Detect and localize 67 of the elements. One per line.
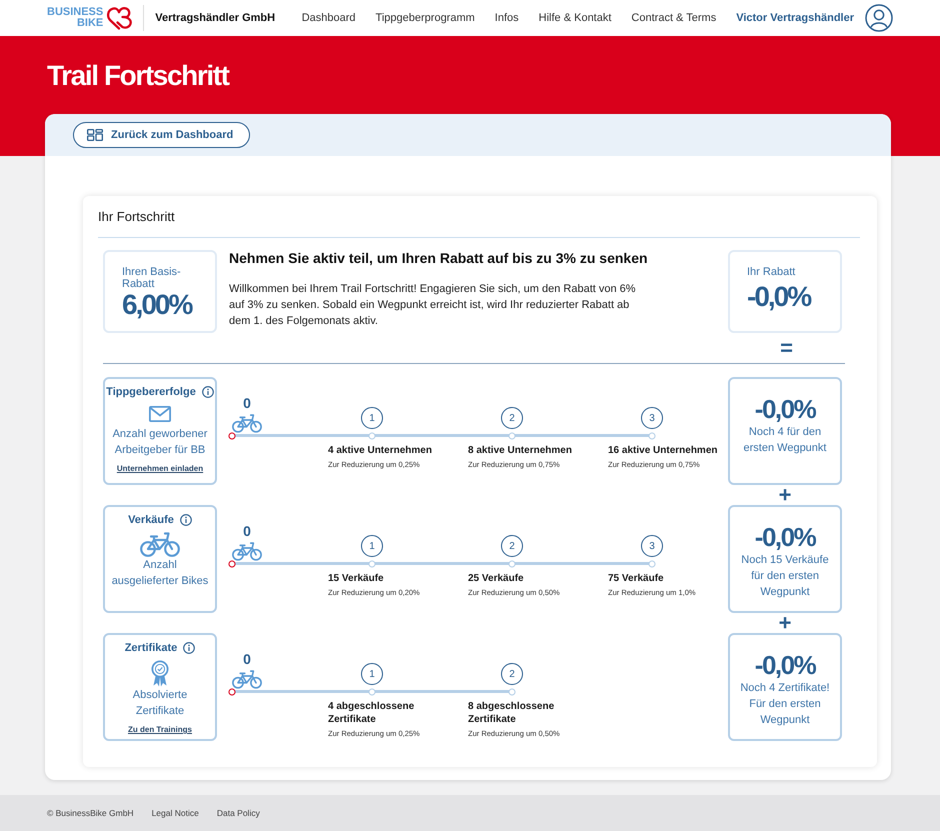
info-icon[interactable] [180, 514, 192, 526]
category-description: Anzahl geworbener Arbeitgeber für BB [112, 427, 208, 458]
nav-link[interactable]: Hilfe & Kontakt [538, 12, 612, 24]
milestone-target: 4 abgeschlossene Zertifikate [328, 700, 416, 726]
nav-link[interactable]: Dashboard [302, 12, 356, 24]
page-title: Trail Fortschritt [47, 59, 229, 93]
plus-operator: + [778, 485, 792, 505]
award-ribbon-icon [151, 660, 169, 687]
category-title: Tippgebererfolge [106, 385, 196, 400]
info-icon[interactable] [202, 386, 214, 398]
discount-value: -0,0% [747, 282, 812, 312]
milestone-target: 16 aktive Unternehmen [608, 444, 718, 457]
discount-label: Ihren Basis-Rabatt [122, 266, 182, 290]
milestone-target: 8 abgeschlossene Zertifikate [468, 700, 556, 726]
milestone-number: 1 [361, 535, 383, 557]
intro-text: Willkommen bei Ihrem Trail Fortschritt! Engagieren Sie sich, um den Rabatt von 6% auf 3% zu senken. Sobald ein Wegpunkt erreicht ist, wird Ihr reduzierter Rabatt ab dem 1. des Folgemonats aktiv. [229, 282, 637, 329]
result-value: -0,0% [754, 650, 817, 680]
company-name: Vertragshändler GmbH [155, 12, 276, 24]
milestone-number: 2 [501, 663, 523, 685]
footer-link[interactable]: Legal Notice [152, 808, 199, 818]
back-button[interactable]: Zurück zum Dashboard [73, 122, 250, 148]
progress-count: 0 [243, 524, 251, 538]
result-value: -0,0% [754, 522, 817, 552]
category-link[interactable]: Unternehmen einladen [116, 464, 204, 473]
plus-operator: + [778, 613, 792, 633]
nav-link[interactable]: Contract & Terms [631, 12, 716, 24]
copyright-text: © BusinessBike GmbH [47, 808, 134, 818]
bicycle-icon [232, 541, 262, 561]
envelope-icon [149, 406, 171, 422]
user-avatar-icon[interactable] [865, 4, 893, 32]
progress-count: 0 [243, 396, 251, 410]
equals-operator: = [780, 338, 793, 358]
nav-link[interactable]: Infos [494, 12, 519, 24]
heart-logo-icon[interactable] [106, 6, 134, 30]
result-text: Noch 15 Verkäufe für den ersten Wegpunkt [740, 553, 830, 600]
category-title: Verkäufe [128, 513, 174, 528]
milestone-target: 25 Verkäufe [468, 572, 524, 585]
discount-value: 6,00% [122, 290, 193, 320]
footer-link[interactable]: Data Policy [216, 808, 260, 818]
milestone-target: 75 Verkäufe [608, 572, 664, 585]
info-icon[interactable] [183, 642, 196, 654]
bicycle-icon [232, 669, 262, 689]
result-value: -0,0% [754, 394, 817, 424]
discount-label: Ihr Rabatt [747, 266, 796, 278]
bicycle-icon [140, 531, 180, 557]
category-description: Anzahl ausgelieferter Bikes [110, 558, 210, 589]
milestone-number: 3 [641, 535, 663, 557]
milestone-number: 2 [501, 535, 523, 557]
milestone-number: 3 [641, 407, 663, 429]
category-description: Absolvierte Zertifikate [132, 688, 188, 719]
result-text: Noch 4 für den ersten Wegpunkt [742, 425, 828, 456]
milestone-number: 1 [361, 407, 383, 429]
intro-heading: Nehmen Sie aktiv teil, um Ihren Rabatt auf bis zu 3% zu senken [229, 250, 649, 266]
bicycle-icon [232, 413, 262, 433]
milestone-target: 15 Verkäufe [328, 572, 384, 585]
progress-count: 0 [243, 652, 251, 666]
section-title: Ihr Fortschritt [98, 210, 175, 223]
milestone-number: 1 [361, 663, 383, 685]
nav-link[interactable]: Tippgeberprogramm [376, 12, 475, 24]
milestone-target: 4 aktive Unternehmen [328, 444, 432, 457]
result-text: Noch 4 Zertifikate! Für den ersten Wegpunkt [739, 681, 831, 728]
dashboard-icon [87, 129, 103, 141]
user-name[interactable]: Victor Vertragshändler [736, 12, 854, 24]
category-title: Zertifikate [124, 641, 178, 656]
milestone-target: 8 aktive Unternehmen [468, 444, 572, 457]
milestone-number: 2 [501, 407, 523, 429]
category-link[interactable]: Zu den Trainings [128, 725, 192, 734]
